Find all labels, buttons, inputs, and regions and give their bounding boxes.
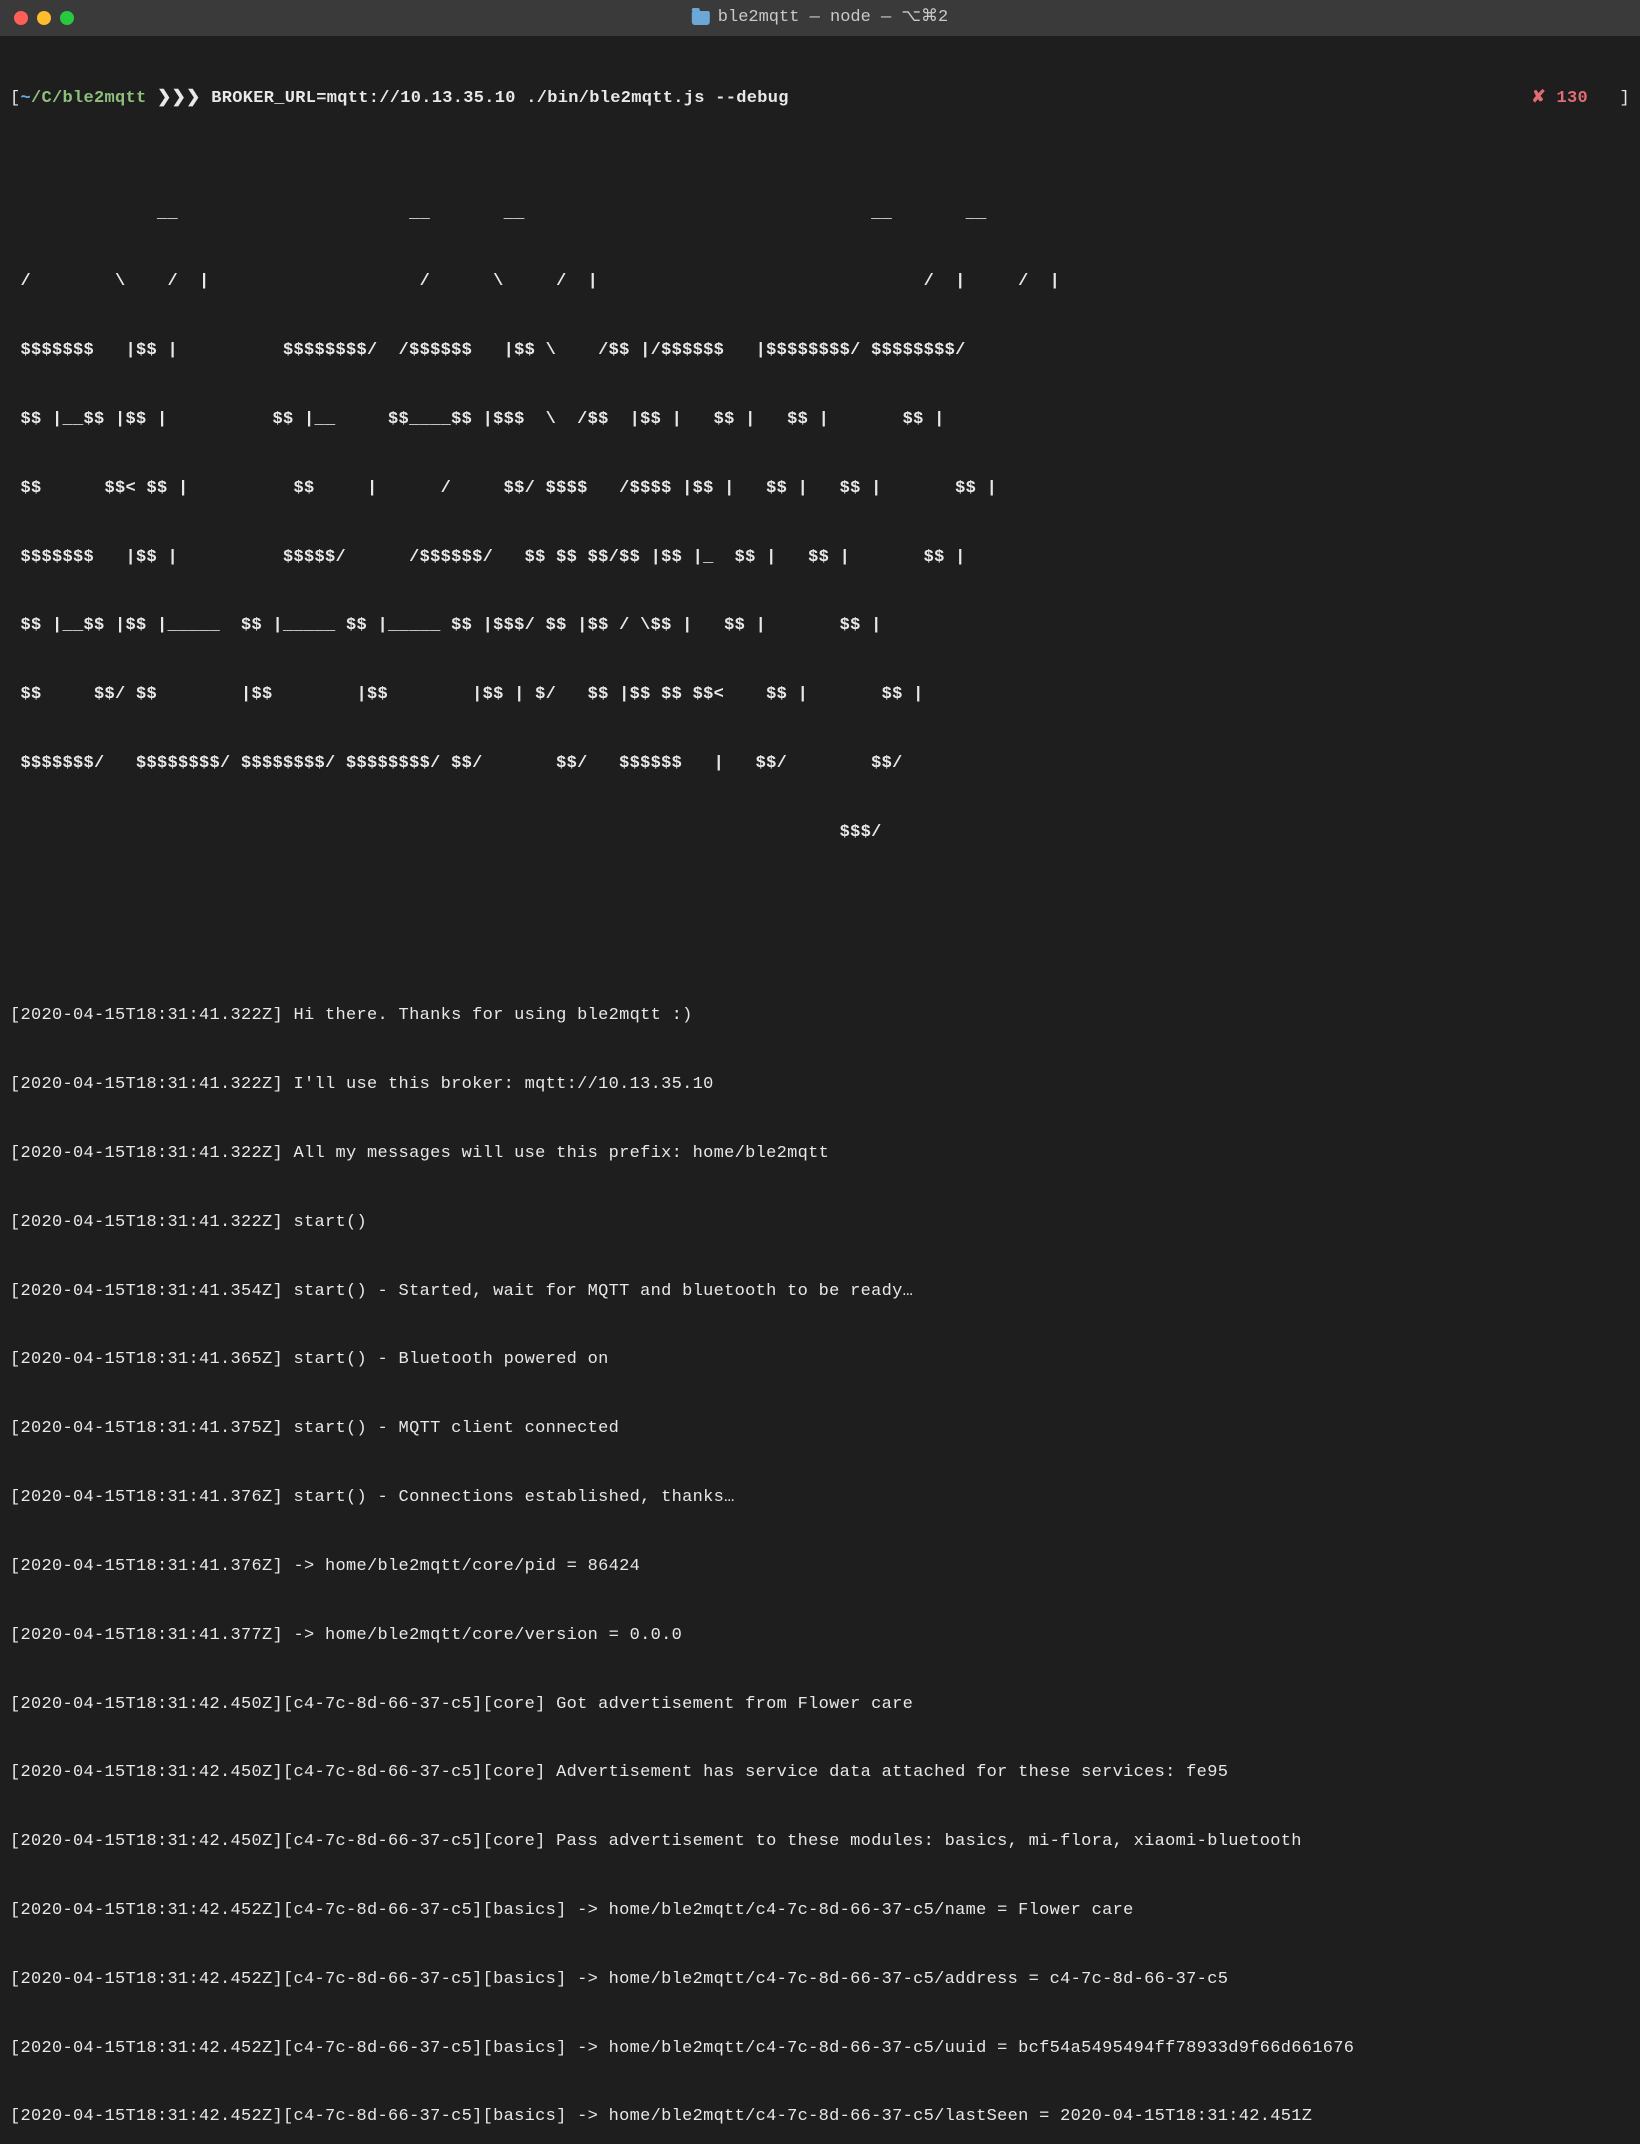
log-line: [2020-04-15T18:31:41.376Z] -> home/ble2m… bbox=[10, 1556, 1630, 1579]
prompt-left: [~/C/ble2mqtt ❯❯❯ BROKER_URL=mqtt://10.1… bbox=[10, 88, 789, 111]
ascii-line: $$$/ bbox=[10, 822, 1630, 845]
log-line: [2020-04-15T18:31:41.375Z] start() - MQT… bbox=[10, 1418, 1630, 1441]
window-title: ble2mqtt — node — ⌥⌘2 bbox=[692, 7, 948, 30]
folder-icon bbox=[692, 11, 710, 25]
ascii-line: $$ |__$$ |$$ | $$ |__ $$____$$ |$$$ \ /$… bbox=[10, 409, 1630, 432]
log-line: [2020-04-15T18:31:41.365Z] start() - Blu… bbox=[10, 1349, 1630, 1372]
minimize-button[interactable] bbox=[37, 11, 51, 25]
prompt-right: ✘ 130 ] bbox=[1531, 88, 1630, 111]
log-line: [2020-04-15T18:31:42.452Z][c4-7c-8d-66-3… bbox=[10, 2106, 1630, 2129]
ascii-line: $$$$$$$/ $$$$$$$$/ $$$$$$$$/ $$$$$$$$/ $… bbox=[10, 753, 1630, 776]
log-line: [2020-04-15T18:31:41.322Z] All my messag… bbox=[10, 1143, 1630, 1166]
log-line: [2020-04-15T18:31:41.322Z] start() bbox=[10, 1212, 1630, 1235]
terminal-content[interactable]: [~/C/ble2mqtt ❯❯❯ BROKER_URL=mqtt://10.1… bbox=[0, 36, 1640, 2144]
log-line: [2020-04-15T18:31:42.452Z][c4-7c-8d-66-3… bbox=[10, 1969, 1630, 1992]
ascii-line: / \ / | / \ / | / | / | bbox=[10, 271, 1630, 294]
ascii-line: $$ $$< $$ | $$ | / $$/ $$$$ /$$$$ |$$ | … bbox=[10, 478, 1630, 501]
ascii-line: $$$$$$$ |$$ | $$$$$$$$/ /$$$$$$ |$$ \ /$… bbox=[10, 340, 1630, 363]
close-button[interactable] bbox=[14, 11, 28, 25]
ascii-art-banner: __ __ __ __ __ / \ / | / \ / | / | / | $… bbox=[10, 157, 1630, 891]
log-line: [2020-04-15T18:31:42.452Z][c4-7c-8d-66-3… bbox=[10, 2038, 1630, 2061]
ascii-line: __ __ __ __ __ bbox=[10, 203, 1630, 226]
log-line: [2020-04-15T18:31:42.450Z][c4-7c-8d-66-3… bbox=[10, 1694, 1630, 1717]
blank-line bbox=[10, 937, 1630, 960]
ascii-line: $$ $$/ $$ |$$ |$$ |$$ | $/ $$ |$$ $$ $$<… bbox=[10, 684, 1630, 707]
bracket-open: [ bbox=[10, 89, 21, 108]
log-line: [2020-04-15T18:31:42.450Z][c4-7c-8d-66-3… bbox=[10, 1831, 1630, 1854]
ascii-line: $$$$$$$ |$$ | $$$$$/ /$$$$$$/ $$ $$ $$/$… bbox=[10, 547, 1630, 570]
exit-code: 130 bbox=[1556, 89, 1588, 108]
log-line: [2020-04-15T18:31:41.322Z] I'll use this… bbox=[10, 1074, 1630, 1097]
log-line: [2020-04-15T18:31:41.377Z] -> home/ble2m… bbox=[10, 1625, 1630, 1648]
log-line: [2020-04-15T18:31:41.322Z] Hi there. Tha… bbox=[10, 1005, 1630, 1028]
log-line: [2020-04-15T18:31:42.450Z][c4-7c-8d-66-3… bbox=[10, 1762, 1630, 1785]
prompt-path: /C/ble2mqtt bbox=[31, 89, 147, 108]
traffic-lights bbox=[14, 11, 74, 25]
error-x-icon: ✘ bbox=[1531, 89, 1546, 108]
prompt-chevrons: ❯❯❯ bbox=[147, 89, 212, 108]
titlebar: ble2mqtt — node — ⌥⌘2 bbox=[0, 0, 1640, 36]
log-line: [2020-04-15T18:31:42.452Z][c4-7c-8d-66-3… bbox=[10, 1900, 1630, 1923]
window-title-text: ble2mqtt — node — ⌥⌘2 bbox=[718, 7, 948, 30]
log-line: [2020-04-15T18:31:41.354Z] start() - Sta… bbox=[10, 1281, 1630, 1304]
ascii-line: $$ |__$$ |$$ |_____ $$ |_____ $$ |_____ … bbox=[10, 615, 1630, 638]
bracket-close: ] bbox=[1619, 89, 1630, 108]
maximize-button[interactable] bbox=[60, 11, 74, 25]
prompt-tilde: ~ bbox=[21, 89, 32, 108]
log-line: [2020-04-15T18:31:41.376Z] start() - Con… bbox=[10, 1487, 1630, 1510]
prompt-line: [~/C/ble2mqtt ❯❯❯ BROKER_URL=mqtt://10.1… bbox=[10, 88, 1630, 111]
prompt-command: BROKER_URL=mqtt://10.13.35.10 ./bin/ble2… bbox=[211, 89, 789, 108]
